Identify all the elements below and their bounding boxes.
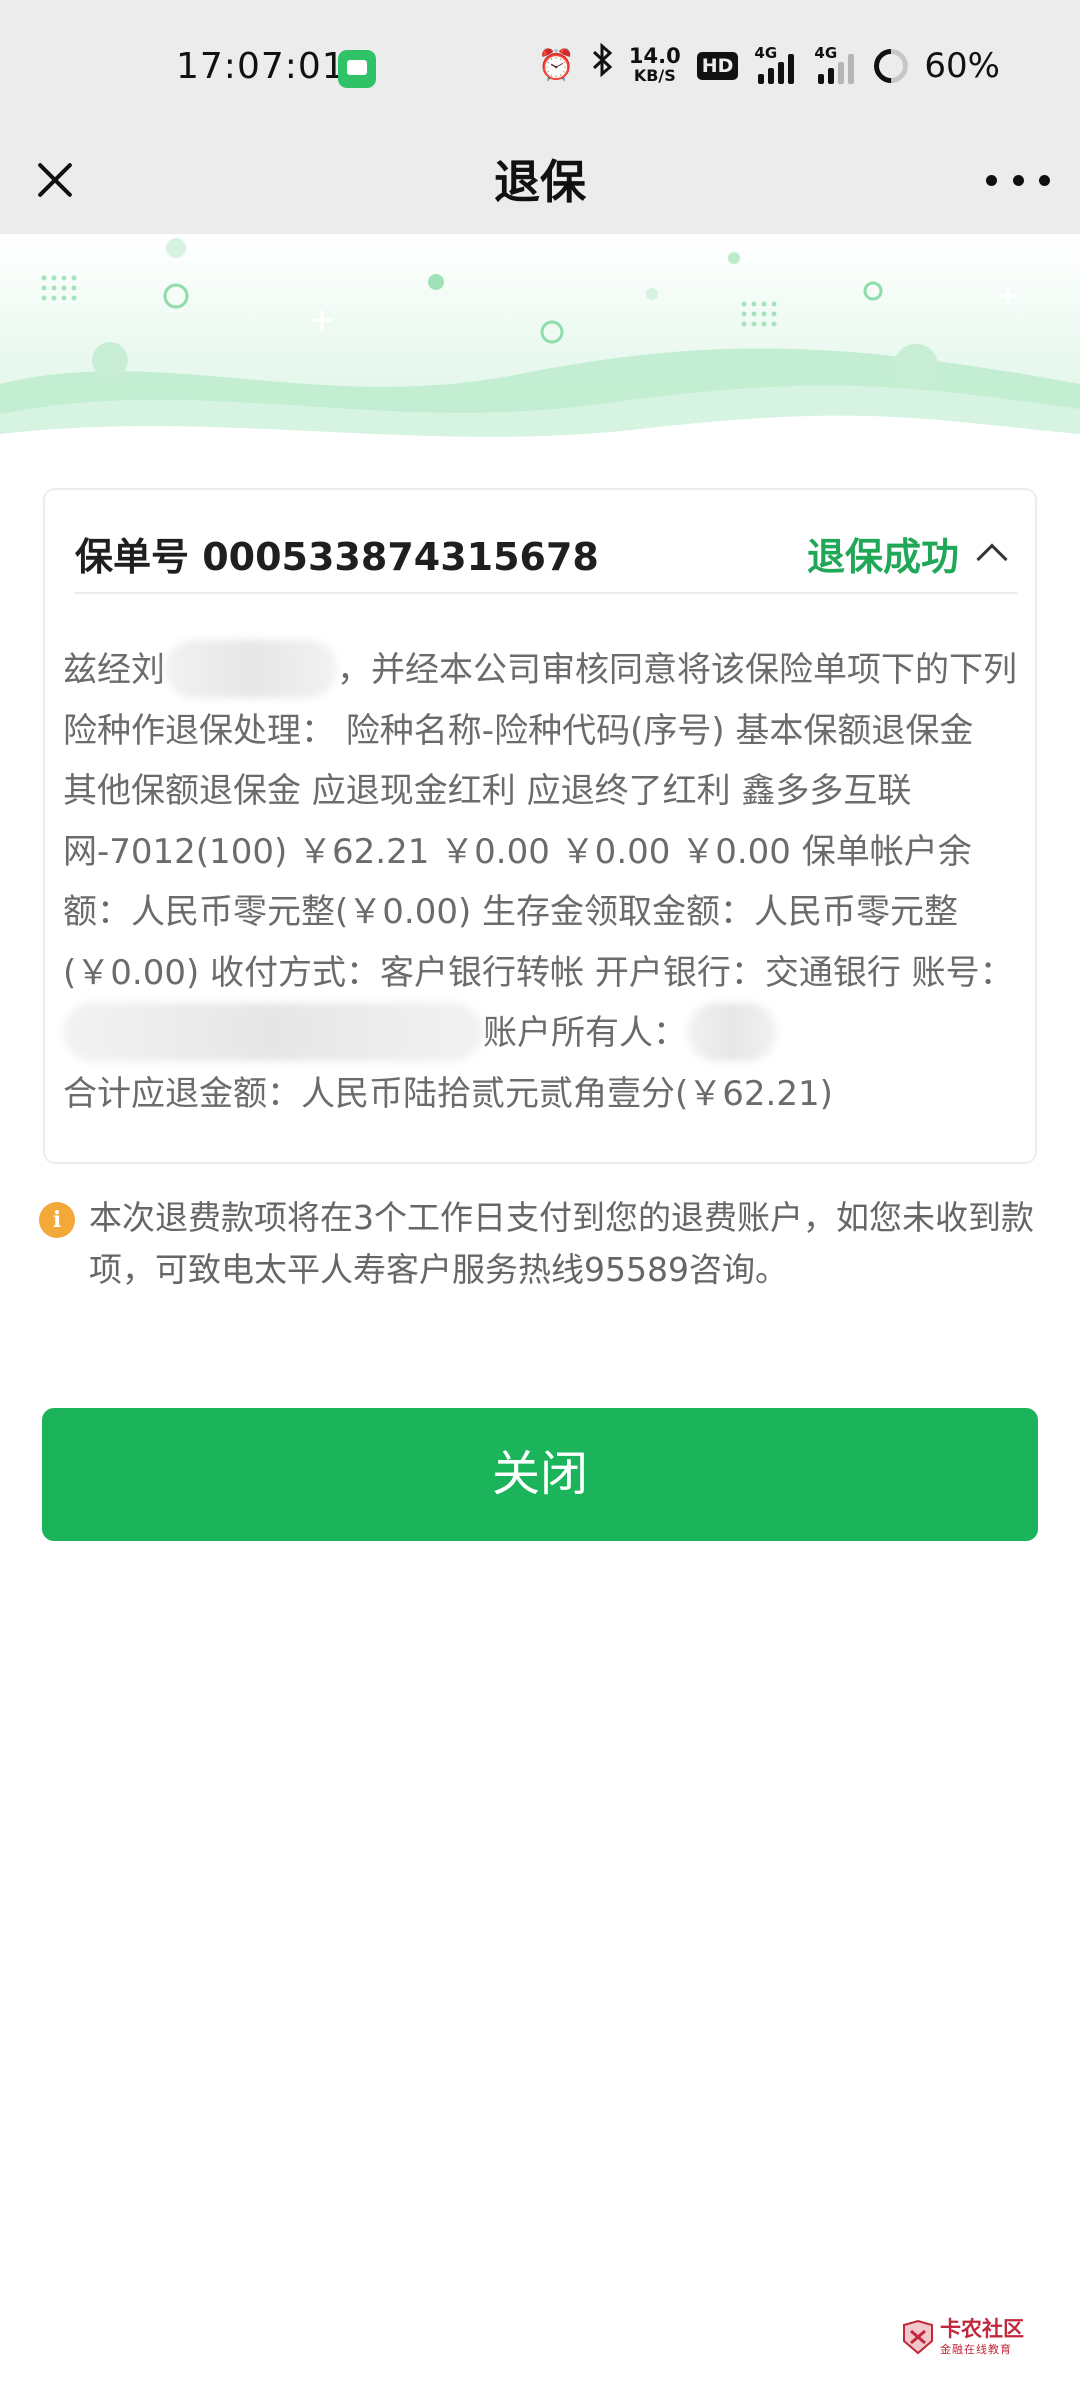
signal-icon-2: 4G — [814, 44, 858, 84]
status-badge: 退保成功 — [806, 534, 959, 579]
network-speed-unit: KB/S — [633, 66, 676, 85]
chevron-up-icon[interactable] — [976, 543, 1008, 575]
refund-notice: i 本次退费款项将在3个工作日支付到您的退费账户，如您未收到款项，可致电太平人寿… — [39, 1192, 1049, 1296]
battery-icon — [867, 41, 916, 91]
network-speed: 14.0 KB/S — [629, 46, 681, 86]
card-header[interactable]: 保单号 000533874315678 退保成功 — [75, 514, 1017, 594]
status-indicators: ⏰ 14.0 KB/S HD 4G 4G 60% — [537, 41, 1000, 91]
redacted-account — [63, 1002, 483, 1061]
decorative-banner — [0, 234, 1080, 454]
details-part-3: 账户所有人： — [483, 1013, 687, 1053]
refund-detail-card: 保单号 000533874315678 退保成功 兹经刘 ，并经本公司审核同意将该… — [43, 488, 1037, 1164]
network-type-1: 4G — [754, 44, 778, 62]
policy-number: 保单号 000533874315678 — [75, 534, 599, 579]
refund-details-text: 兹经刘 ，并经本公司审核同意将该保险单项下的下列险种作退保处理： 险种名称-险种代… — [63, 639, 1017, 1124]
info-icon: i — [39, 1202, 75, 1238]
redacted-owner — [687, 1002, 777, 1061]
battery-level: 60% — [924, 46, 1000, 86]
network-speed-value: 14.0 — [628, 44, 681, 68]
bluetooth-icon — [591, 42, 613, 90]
alarm-icon: ⏰ — [537, 48, 575, 83]
nav-bar: 退保 — [0, 138, 1080, 234]
status-time: 17:07:01 — [176, 46, 346, 87]
message-app-icon — [338, 50, 376, 88]
redacted-name — [165, 639, 337, 698]
hd-voice-icon: HD — [696, 52, 739, 80]
details-part-2: ，并经本公司审核同意将该保险单项下的下列险种作退保处理： 险种名称-险种代码(序… — [63, 650, 1017, 993]
watermark: 卡农社区 金融在线教育 — [900, 2313, 1030, 2359]
status-bar: 17:07:01 ⏰ 14.0 KB/S HD 4G 4G 60% — [0, 0, 1080, 138]
details-part-4: 合计应退金额：人民币陆拾贰元贰角壹分(￥62.21) — [63, 1073, 833, 1114]
page-title: 退保 — [494, 155, 586, 209]
watermark-logo-icon — [903, 2319, 933, 2355]
watermark-title: 卡农社区 — [940, 2317, 1024, 2341]
signal-icon-1: 4G — [754, 44, 798, 84]
watermark-subtitle: 金融在线教育 — [940, 2343, 1012, 2356]
details-part-1: 兹经刘 — [63, 650, 165, 690]
network-type-2: 4G — [814, 44, 838, 62]
close-button[interactable]: 关闭 — [42, 1408, 1038, 1541]
status-toggle[interactable]: 退保成功 — [807, 526, 1017, 581]
notice-text: 本次退费款项将在3个工作日支付到您的退费账户，如您未收到款项，可致电太平人寿客户… — [89, 1198, 1034, 1289]
more-icon[interactable] — [986, 156, 1050, 204]
